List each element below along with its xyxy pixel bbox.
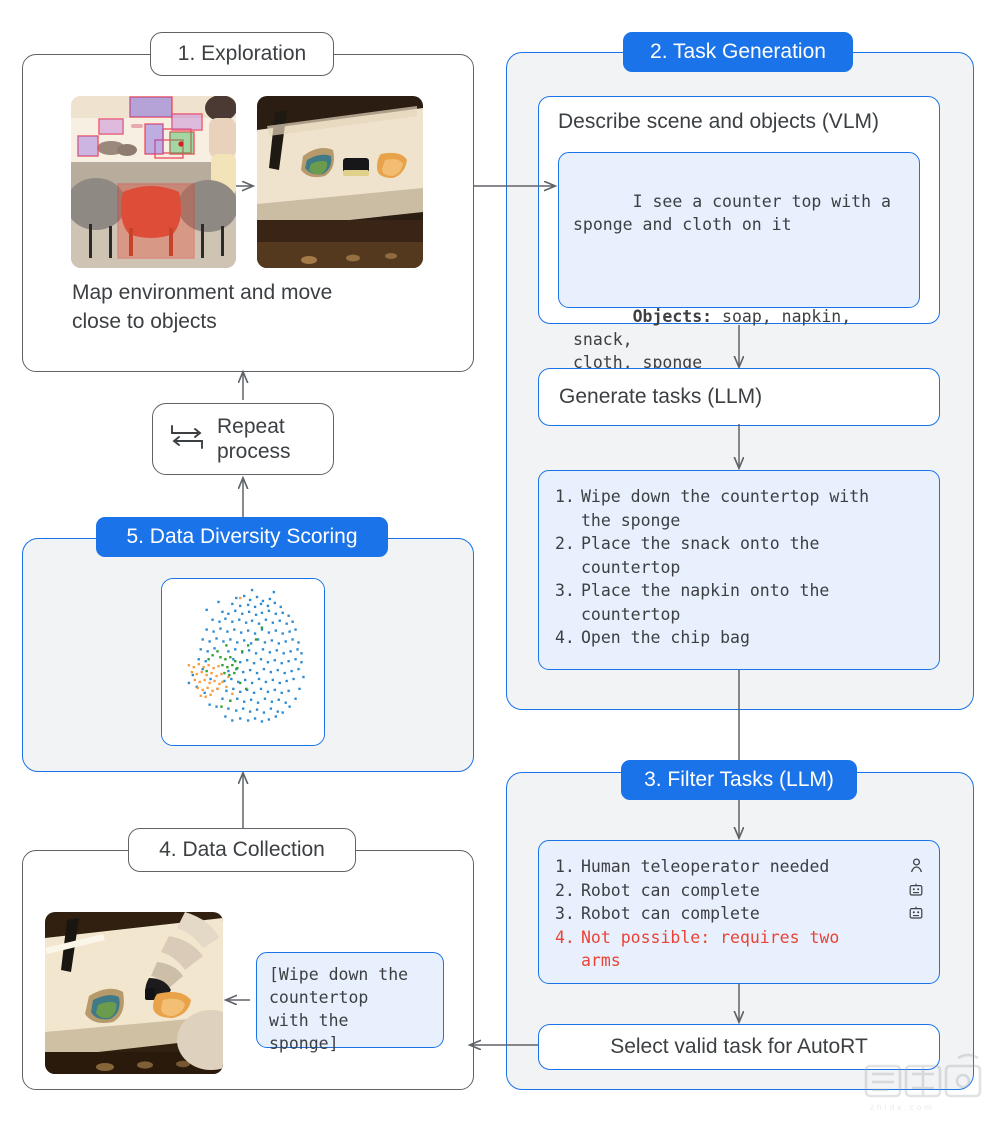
filter-decision-item: 4. Not possible: requires two arms (555, 926, 923, 973)
badge-data-diversity-label: 5. Data Diversity Scoring (126, 525, 358, 548)
filter-decision-item: 2. Robot can complete (555, 879, 923, 903)
badge-exploration: 1. Exploration (150, 32, 334, 76)
generated-task-item: 4. Open the chip bag (555, 626, 923, 650)
generate-tasks-card: Generate tasks (LLM) (538, 368, 940, 426)
filter-decisions-box: 1. Human teleoperator needed 2. Robot can … (538, 840, 940, 984)
person-icon (910, 855, 923, 879)
badge-task-generation-label: 2. Task Generation (650, 40, 826, 63)
scene-description-text: I see a counter top with a sponge and cl… (573, 167, 905, 397)
generated-task-item: 1. Wipe down the countertop with the spon… (555, 485, 923, 532)
generated-tasks-box: 1. Wipe down the countertop with the spon… (538, 470, 940, 670)
task-text: Wipe down the countertop with the sponge (581, 487, 870, 530)
filter-decision-item: 3. Robot can complete (555, 902, 923, 926)
data-collection-instruction-box: [Wipe down the countertop with the spong… (256, 952, 444, 1053)
objects-label: Objects: (632, 307, 713, 326)
decision-number: 1. (555, 857, 575, 876)
task-number: 4. (555, 628, 575, 647)
select-valid-task-label: Select valid task for AutoRT (610, 1035, 868, 1058)
task-number: 1. (555, 487, 575, 506)
decision-text: Not possible: requires two arms (581, 927, 840, 971)
generated-task-item: 3. Place the napkin onto the countertop (555, 579, 923, 626)
exploration-image-countertop (257, 96, 423, 268)
decision-number: 4. (555, 927, 575, 947)
decision-number: 3. (555, 904, 575, 923)
task-text: Open the chip bag (581, 628, 750, 647)
describe-scene-label: Describe scene and objects (VLM) (558, 110, 879, 133)
scene-description-line: I see a counter top with a sponge and cl… (573, 192, 891, 234)
repeat-process-box: Repeat process (152, 403, 334, 475)
tsne-plot-card (161, 578, 325, 746)
robot-icon (909, 879, 923, 903)
data-collection-image (45, 912, 223, 1074)
badge-data-diversity: 5. Data Diversity Scoring (96, 517, 388, 557)
badge-filter-tasks: 3. Filter Tasks (LLM) (621, 760, 857, 800)
generate-tasks-label: Generate tasks (LLM) (559, 385, 763, 408)
generated-tasks-list: 1. Wipe down the countertop with the spon… (555, 485, 923, 650)
exploration-caption: Map environment and move close to object… (72, 281, 333, 333)
task-text: Place the snack onto the countertop (581, 534, 820, 577)
scene-description-box: I see a counter top with a sponge and cl… (558, 152, 920, 372)
repeat-process-label: Repeat process (217, 415, 291, 463)
task-number: 3. (555, 581, 575, 600)
badge-filter-tasks-label: 3. Filter Tasks (LLM) (644, 768, 834, 791)
decision-text: Robot can complete (581, 904, 770, 923)
decision-text: Human teleoperator needed (581, 857, 840, 876)
filter-decisions-list: 1. Human teleoperator needed 2. Robot can … (555, 855, 923, 973)
objects-list: soap, napkin, snack, cloth, sponge (573, 307, 852, 372)
task-text: Place the napkin onto the countertop (581, 581, 830, 624)
generated-task-item: 2. Place the snack onto the countertop (555, 532, 923, 579)
data-collection-instruction-text: [Wipe down the countertop with the spong… (269, 965, 409, 1053)
tsne-scatter-plot (162, 579, 324, 745)
filter-decision-item: 1. Human teleoperator needed (555, 855, 923, 879)
loop-arrows-icon (167, 420, 207, 459)
robot-icon (909, 902, 923, 926)
badge-data-collection-label: 4. Data Collection (159, 838, 325, 861)
badge-task-generation: 2. Task Generation (623, 32, 853, 72)
decision-number: 2. (555, 880, 575, 900)
task-number: 2. (555, 534, 575, 553)
pipeline-diagram: 1. Exploration Map environment and move … (0, 0, 1000, 1125)
badge-exploration-label: 1. Exploration (177, 42, 307, 65)
svg-text:zhidx.com: zhidx.com (870, 1103, 934, 1112)
exploration-image-room (71, 96, 236, 268)
watermark: zhidx.com (862, 1052, 992, 1114)
decision-text: Robot can complete (581, 880, 770, 900)
badge-data-collection: 4. Data Collection (128, 828, 356, 872)
